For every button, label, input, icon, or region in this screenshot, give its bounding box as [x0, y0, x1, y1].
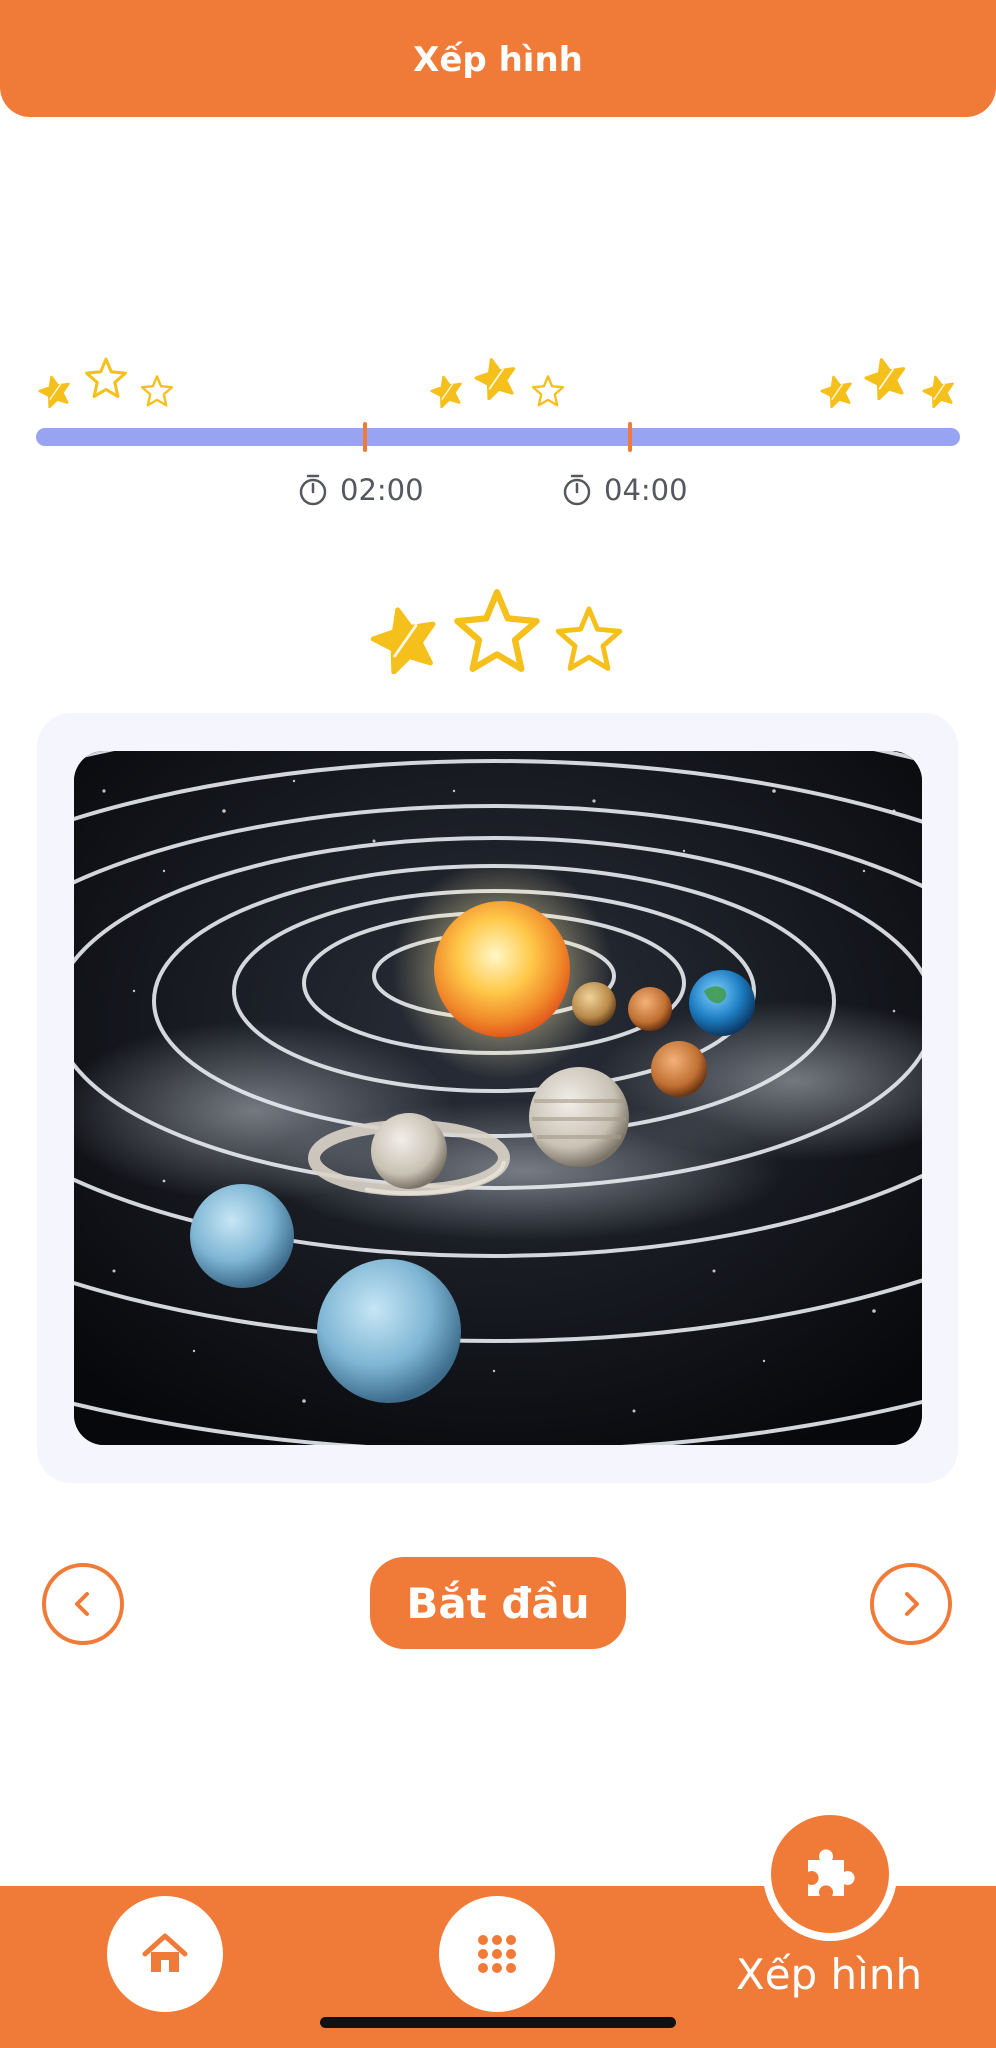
rating-star3-outline-icon: [554, 604, 624, 674]
milestone-time-text: 02:00: [340, 473, 424, 507]
previous-button[interactable]: [42, 1563, 124, 1645]
milestone-time-text: 04:00: [604, 473, 688, 507]
milestone3-star2-filled-icon: [864, 356, 908, 400]
milestone1-star2-outline-icon: [84, 356, 128, 400]
milestone-time-2: 04:00: [562, 470, 688, 510]
milestone-time-1: 02:00: [298, 470, 424, 510]
milestone3-star1-filled-icon: [820, 374, 854, 408]
start-button[interactable]: Bắt đầu: [370, 1557, 626, 1649]
milestone2-star3-outline-icon: [531, 374, 565, 408]
home-tab-button[interactable]: [107, 1896, 223, 2012]
milestone1-star3-outline-icon: [140, 374, 174, 408]
puzzle-icon: [808, 1849, 855, 1896]
stopwatch-icon: [563, 474, 591, 506]
milestone2-star2-filled-icon: [474, 356, 518, 400]
chevron-right-icon: [905, 1592, 919, 1616]
timeline-tick-2: [628, 422, 632, 452]
active-tab-label: Xếp hình: [735, 1950, 923, 1999]
home-indicator: [320, 2017, 676, 2028]
page-title: Xếp hình: [413, 40, 583, 80]
header-bar: Xếp hình: [0, 0, 996, 117]
grid-tab-button[interactable]: [439, 1896, 555, 2012]
milestone2-star1-filled-icon: [430, 374, 464, 408]
milestone3-star3-filled-icon: [922, 374, 956, 408]
stopwatch-icon: [299, 474, 327, 506]
puzzle-tab-inner: [771, 1815, 889, 1933]
puzzle-tab-button[interactable]: [763, 1807, 897, 1941]
timeline-track: [36, 428, 960, 446]
solar-system-image[interactable]: [74, 751, 922, 1445]
timeline-tick-1: [363, 422, 367, 452]
rating-star2-outline-icon: [452, 586, 542, 676]
rating-star1-filled-icon: [370, 604, 440, 674]
milestone1-star1-filled-icon: [38, 374, 72, 408]
chevron-left-icon: [75, 1592, 89, 1616]
next-button[interactable]: [870, 1563, 952, 1645]
home-icon: [142, 1933, 188, 1972]
grid-icon: [478, 1935, 516, 1973]
